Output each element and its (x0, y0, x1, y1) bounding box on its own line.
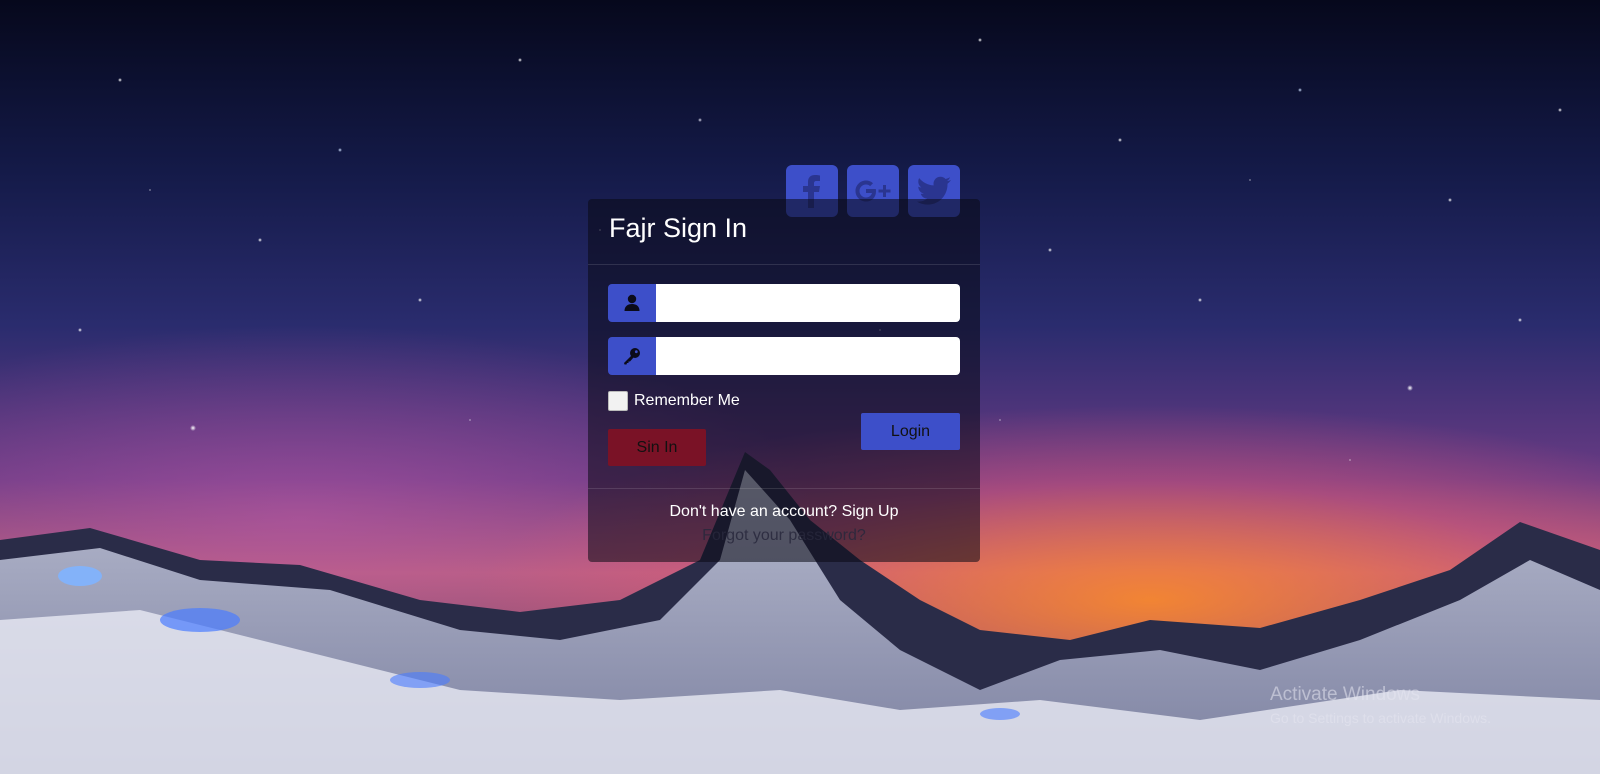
username-field-group (608, 284, 960, 322)
header-divider (588, 264, 980, 265)
login-button[interactable]: Login (861, 413, 960, 450)
signup-prompt: Don't have an account? (669, 503, 838, 520)
remember-me-checkbox[interactable] (608, 391, 628, 411)
signin-button[interactable]: Sin In (608, 429, 706, 466)
user-icon (624, 294, 640, 311)
username-addon (608, 284, 656, 322)
forgot-password-link[interactable]: Forgot your password? (588, 527, 980, 545)
remember-me[interactable]: Remember Me (608, 391, 740, 411)
footer-divider (588, 488, 980, 489)
signup-prompt-line: Don't have an account? Sign Up (588, 503, 980, 521)
password-addon (608, 337, 656, 375)
login-card: Fajr Sign In Remember Me Login Sin In Do… (588, 199, 980, 562)
windows-activation-watermark: Activate Windows Go to Settings to activ… (1270, 684, 1491, 726)
watermark-title: Activate Windows (1270, 684, 1420, 705)
password-field-group (608, 337, 960, 375)
key-icon (624, 348, 640, 365)
page-title: Fajr Sign In (609, 213, 748, 243)
watermark-subtitle: Go to Settings to activate Windows. (1270, 710, 1491, 726)
remember-me-label: Remember Me (634, 392, 740, 409)
password-input[interactable] (656, 337, 960, 375)
username-input[interactable] (656, 284, 960, 322)
signup-link[interactable]: Sign Up (842, 503, 899, 520)
